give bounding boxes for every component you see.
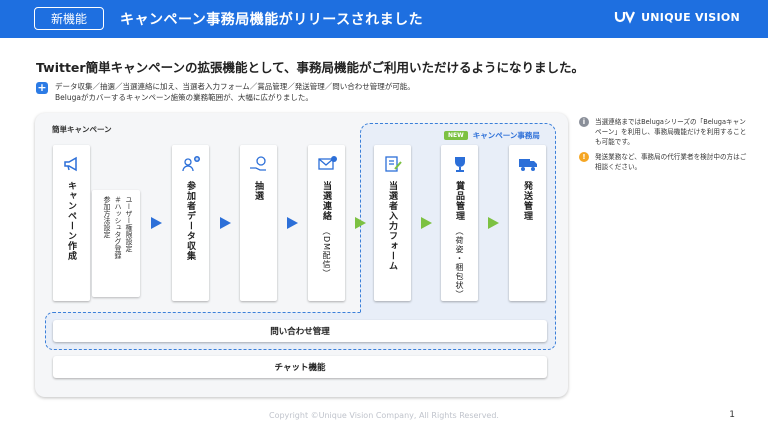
page-title: キャンペーン事務局機能がリリースされました xyxy=(120,12,424,28)
simple-campaign-label: 簡単キャンペーン xyxy=(52,125,112,134)
step-card-participant-data: 参加者データ収集 xyxy=(172,145,209,301)
company-logo: UNIQUE VISION xyxy=(614,10,740,24)
flow-arrow xyxy=(488,217,499,229)
side-note-info: i 当選連絡まではBelugaシリーズの「Belugaキャンペーン」を利用し、事… xyxy=(579,117,749,147)
secretariat-tag: NEW キャンペーン事務局 xyxy=(444,130,540,141)
note-line-2: Belugaがカバーするキャンペーン施策の業務範囲が、大幅に広がりました。 xyxy=(55,93,313,102)
mail-icon xyxy=(318,156,337,170)
flow-arrow xyxy=(220,217,231,229)
trophy-icon xyxy=(455,157,465,172)
step-label: 当選者入力フォーム xyxy=(387,181,397,271)
logo-text: UNIQUE VISION xyxy=(641,10,740,24)
step-card-winner-notice: 当選連絡 （DM配信） xyxy=(308,145,345,301)
chat-function-bar: チャット機能 xyxy=(53,356,547,378)
lottery-hand-icon xyxy=(250,156,266,171)
option-item: ＃ハッシュタグ登録 xyxy=(114,196,122,259)
option-item: 参加方法設定 xyxy=(103,196,111,238)
people-add-icon xyxy=(182,156,200,172)
step-label: キャンペーン作成 xyxy=(66,181,76,261)
option-item: ユーザー権限設定 xyxy=(125,196,133,252)
step-card-campaign-create: キャンペーン作成 xyxy=(53,145,90,301)
header-bar: 新機能 キャンペーン事務局機能がリリースされました UNIQUE VISION xyxy=(0,0,768,38)
flow-arrow xyxy=(151,217,162,229)
step-card-prize-management: 賞品管理 （荷姿・梱包状） xyxy=(441,145,478,301)
note-line-1: データ収集／抽選／当選連絡に加え、当選者入力フォーム／賞品管理／発送管理／問い合… xyxy=(55,82,415,91)
step-card-lottery: 抽選 xyxy=(240,145,277,301)
inquiry-management-bar: 問い合わせ管理 xyxy=(53,320,547,342)
warning-icon: ! xyxy=(579,152,589,162)
form-edit-icon xyxy=(385,156,402,172)
unique-vision-logo-icon xyxy=(614,11,636,24)
side-note-text: 発送業務など、事務局の代行業者を検討中の方はご相談ください。 xyxy=(595,153,747,171)
plus-icon: + xyxy=(36,81,48,94)
secretariat-label: キャンペーン事務局 xyxy=(472,131,540,140)
step-sublabel: （荷姿・梱包状） xyxy=(455,227,464,299)
feature-note: + データ収集／抽選／当選連絡に加え、当選者入力フォーム／賞品管理／発送管理／問… xyxy=(36,81,415,103)
truck-icon xyxy=(519,159,537,171)
new-badge: NEW xyxy=(444,131,468,140)
step-label: 発送管理 xyxy=(522,181,532,221)
step-label: 賞品管理 （荷姿・梱包状） xyxy=(454,181,464,299)
copyright-text: Copyright ©Unique Vision Company, All Ri… xyxy=(269,411,499,420)
campaign-options-card: ユーザー権限設定 ＃ハッシュタグ登録 参加方法設定 xyxy=(92,190,140,297)
megaphone-icon xyxy=(64,156,77,172)
flow-arrow xyxy=(287,217,298,229)
step-label: 抽選 xyxy=(253,181,263,201)
step-card-shipping: 発送管理 xyxy=(509,145,546,301)
flow-arrow xyxy=(421,217,432,229)
info-icon: i xyxy=(579,117,589,127)
new-feature-badge: 新機能 xyxy=(34,7,104,30)
flow-arrow xyxy=(355,217,366,229)
headline: Twitter簡単キャンペーンの拡張機能として、事務局機能がご利用いただけるよう… xyxy=(36,60,584,75)
step-sublabel: （DM配信） xyxy=(322,227,331,279)
side-note-warning: ! 発送業務など、事務局の代行業者を検討中の方はご相談ください。 xyxy=(579,152,749,172)
step-card-winner-form: 当選者入力フォーム xyxy=(374,145,411,301)
page-number: 1 xyxy=(729,410,735,420)
side-note-text: 当選連絡まではBelugaシリーズの「Belugaキャンペーン」を利用し、事務局… xyxy=(595,118,747,146)
step-label: 参加者データ収集 xyxy=(185,181,195,261)
step-label: 当選連絡 （DM配信） xyxy=(321,181,331,279)
